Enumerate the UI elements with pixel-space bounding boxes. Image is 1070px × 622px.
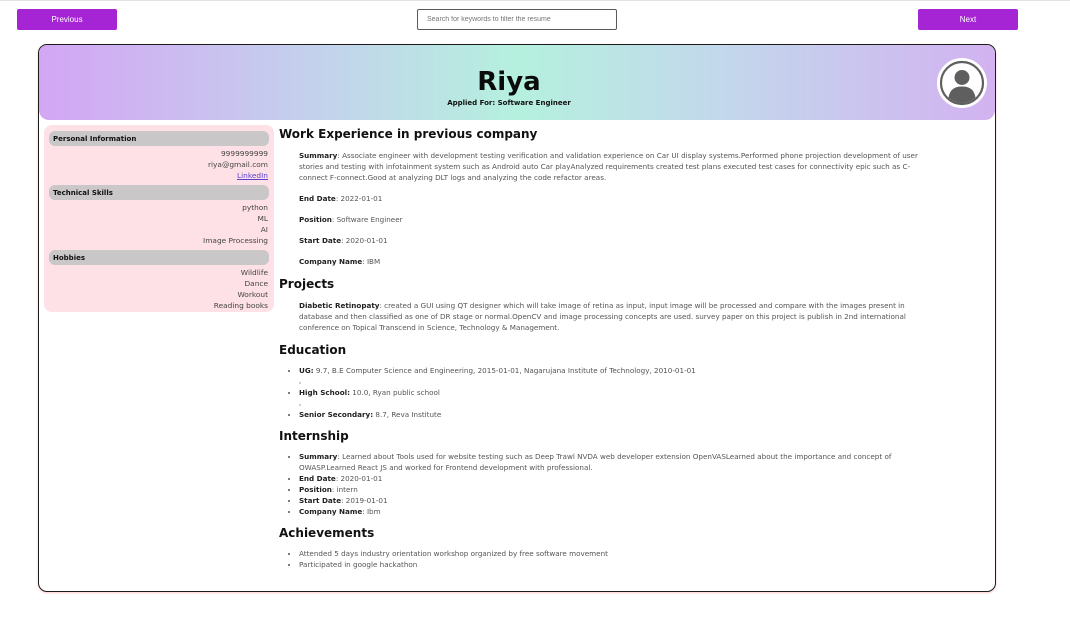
hobby-item: Workout: [237, 290, 268, 299]
internship-company-label: Company Name: [299, 507, 363, 516]
internship-summary: Summary: Learned about Tools used for we…: [299, 451, 921, 473]
previous-button[interactable]: Previous: [17, 9, 117, 30]
work-company-value: : IBM: [362, 257, 381, 266]
hobby-item: Dance: [244, 279, 268, 288]
hobby-item: Wildlife: [240, 268, 268, 277]
personal-info-heading: Personal Information: [49, 131, 269, 146]
internship-summary-label: Summary: [299, 452, 338, 461]
education-label: High School:: [299, 388, 351, 397]
internship-start-date-label: Start Date: [299, 496, 342, 505]
work-start-date-label: Start Date: [299, 236, 342, 245]
candidate-name: Riya: [477, 67, 541, 97]
education-text: 8.7, Reva Institute: [373, 410, 442, 419]
achievements-list: Attended 5 days industry orientation wor…: [299, 548, 921, 570]
skills-list: python ML AI Image Processing: [49, 202, 269, 246]
education-item: High School: 10.0, Ryan public school: [299, 387, 921, 398]
applied-for: Applied For: Software Engineer: [447, 99, 571, 107]
education-list: UG: 9.7, B.E Computer Science and Engine…: [299, 365, 921, 420]
sidebar: Personal Information 9999999999 riya@gma…: [44, 125, 274, 312]
education-separator: ,: [299, 399, 302, 407]
education-text: 9.7, B.E Computer Science and Engineerin…: [313, 366, 696, 375]
skill-item: AI: [260, 225, 268, 234]
internship-company-value: : Ibm: [362, 507, 381, 516]
internship-end-date: End Date: 2020-01-01: [299, 473, 921, 484]
internship-company: Company Name: Ibm: [299, 506, 921, 517]
work-position: Position: Software Engineer: [299, 214, 921, 225]
work-summary-text: : Associate engineer with development te…: [299, 151, 918, 182]
internship-position-label: Position: [299, 485, 332, 494]
work-experience-title: Work Experience in previous company: [279, 127, 538, 141]
education-title: Education: [279, 343, 347, 357]
main-content: Work Experience in previous company Summ…: [279, 125, 979, 570]
work-end-date-value: : 2022-01-01: [335, 194, 383, 203]
next-button[interactable]: Next: [918, 9, 1018, 30]
work-position-value: : Software Engineer: [331, 215, 403, 224]
work-summary: Summary: Associate engineer with develop…: [299, 150, 921, 183]
project-name: Diabetic Retinopaty: [299, 301, 380, 310]
internship-position-value: : intern: [331, 485, 358, 494]
education-label: UG:: [299, 366, 314, 375]
internship-list: Summary: Learned about Tools used for we…: [299, 451, 921, 517]
hobbies-list: Wildlife Dance Workout Reading books: [49, 267, 269, 311]
resume-header: Riya Applied For: Software Engineer: [39, 45, 995, 120]
achievement-item: Participated in google hackathon: [299, 559, 921, 570]
hobbies-heading: Hobbies: [49, 250, 269, 265]
internship-end-date-label: End Date: [299, 474, 336, 483]
achievement-item: Attended 5 days industry orientation wor…: [299, 548, 921, 559]
internship-title: Internship: [279, 429, 349, 443]
email-address: riya@gmail.com: [207, 160, 268, 169]
linkedin-link[interactable]: LinkedIn: [237, 171, 268, 180]
internship-start-date: Start Date: 2019-01-01: [299, 495, 921, 506]
work-summary-label: Summary: [299, 151, 338, 160]
internship-start-date-value: : 2019-01-01: [341, 496, 388, 505]
education-item: Senior Secondary: 8.7, Reva Institute: [299, 409, 921, 420]
skill-item: Image Processing: [203, 236, 268, 245]
internship-summary-text: : Learned about Tools used for website t…: [299, 452, 892, 472]
work-position-label: Position: [299, 215, 332, 224]
work-company: Company Name: IBM: [299, 256, 921, 267]
skill-item: ML: [257, 214, 269, 223]
work-start-date: Start Date: 2020-01-01: [299, 235, 921, 246]
phone-number: 9999999999: [220, 149, 268, 158]
hobby-item: Reading books: [213, 301, 268, 310]
education-text: 10.0, Ryan public school: [350, 388, 440, 397]
project-description: : created a GUI using QT designer which …: [299, 301, 906, 332]
education-separator: ,: [299, 377, 302, 385]
skill-item: python: [242, 203, 268, 212]
linkedin-item: LinkedIn: [49, 170, 269, 181]
project-item: Diabetic Retinopaty: created a GUI using…: [299, 300, 921, 333]
internship-position: Position: intern: [299, 484, 921, 495]
user-avatar-icon: [937, 58, 987, 108]
internship-end-date-value: : 2020-01-01: [335, 474, 383, 483]
top-divider: [0, 0, 1070, 1]
achievements-title: Achievements: [279, 526, 375, 540]
education-label: Senior Secondary:: [299, 410, 374, 419]
search-input[interactable]: [417, 9, 617, 30]
resume-card: Riya Applied For: Software Engineer Pers…: [38, 44, 996, 592]
work-company-label: Company Name: [299, 257, 363, 266]
work-end-date: End Date: 2022-01-01: [299, 193, 921, 204]
work-end-date-label: End Date: [299, 194, 336, 203]
personal-info-list: 9999999999 riya@gmail.com LinkedIn: [49, 148, 269, 181]
projects-title: Projects: [279, 277, 335, 291]
work-start-date-value: : 2020-01-01: [341, 236, 388, 245]
education-item: UG: 9.7, B.E Computer Science and Engine…: [299, 365, 921, 376]
technical-skills-heading: Technical Skills: [49, 185, 269, 200]
